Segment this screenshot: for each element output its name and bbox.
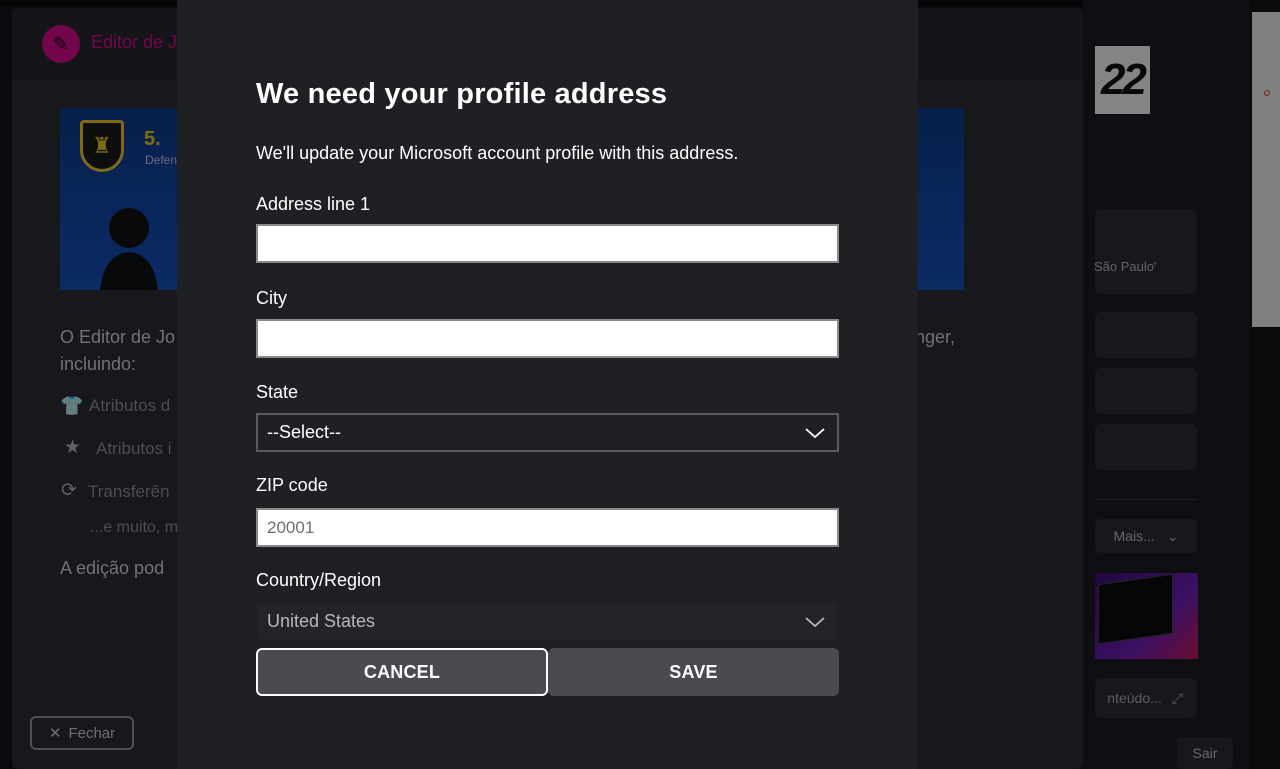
address-line1-input[interactable] bbox=[256, 224, 839, 263]
zip-code-input[interactable] bbox=[256, 508, 839, 547]
city-label: City bbox=[256, 288, 287, 308]
state-label: State bbox=[256, 382, 299, 402]
state-select-value: --Select-- bbox=[267, 422, 342, 442]
chevron-down-icon bbox=[805, 616, 825, 627]
state-select[interactable]: --Select-- bbox=[256, 413, 839, 452]
country-label: Country/Region bbox=[256, 570, 382, 590]
save-button[interactable]: SAVE bbox=[548, 648, 839, 696]
dialog-title: We need your profile address bbox=[256, 78, 668, 110]
chevron-down-icon bbox=[805, 427, 825, 438]
zip-label: ZIP code bbox=[256, 475, 328, 495]
city-input[interactable] bbox=[256, 319, 839, 358]
country-select[interactable]: United States bbox=[256, 602, 839, 641]
address-label: Address line 1 bbox=[256, 194, 371, 214]
country-select-value: United States bbox=[267, 611, 376, 631]
dialog-description: We'll update your Microsoft account prof… bbox=[256, 143, 739, 163]
cancel-button[interactable]: CANCEL bbox=[256, 648, 548, 696]
